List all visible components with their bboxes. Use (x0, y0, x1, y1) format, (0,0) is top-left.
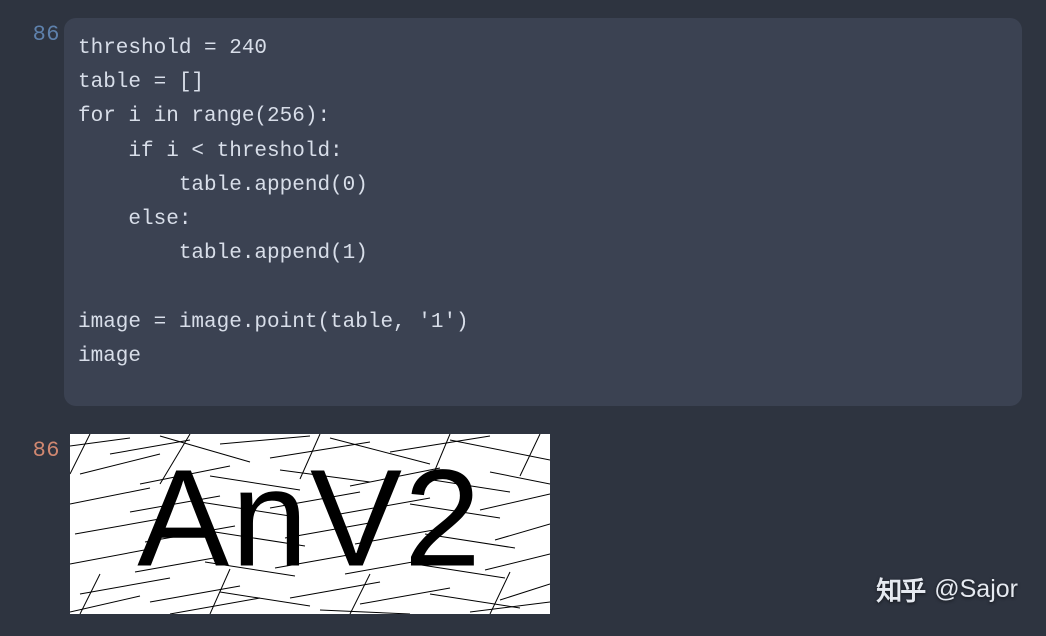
captcha-text: AnV2 (137, 450, 483, 588)
watermark-handle: @Sajor (934, 575, 1018, 604)
code-content[interactable]: threshold = 240 table = [] for i in rang… (78, 32, 1008, 374)
input-prompt-number: 86 (14, 18, 60, 47)
output-prompt-number: 86 (14, 434, 60, 463)
code-editor[interactable]: threshold = 240 table = [] for i in rang… (64, 18, 1022, 406)
output-area: AnV2 (70, 434, 550, 614)
watermark: 知乎 @Sajor (876, 571, 1018, 608)
captcha-image: AnV2 (70, 434, 550, 614)
zhihu-logo-icon: 知乎 (876, 571, 924, 608)
input-cell: 86 threshold = 240 table = [] for i in r… (0, 0, 1046, 416)
